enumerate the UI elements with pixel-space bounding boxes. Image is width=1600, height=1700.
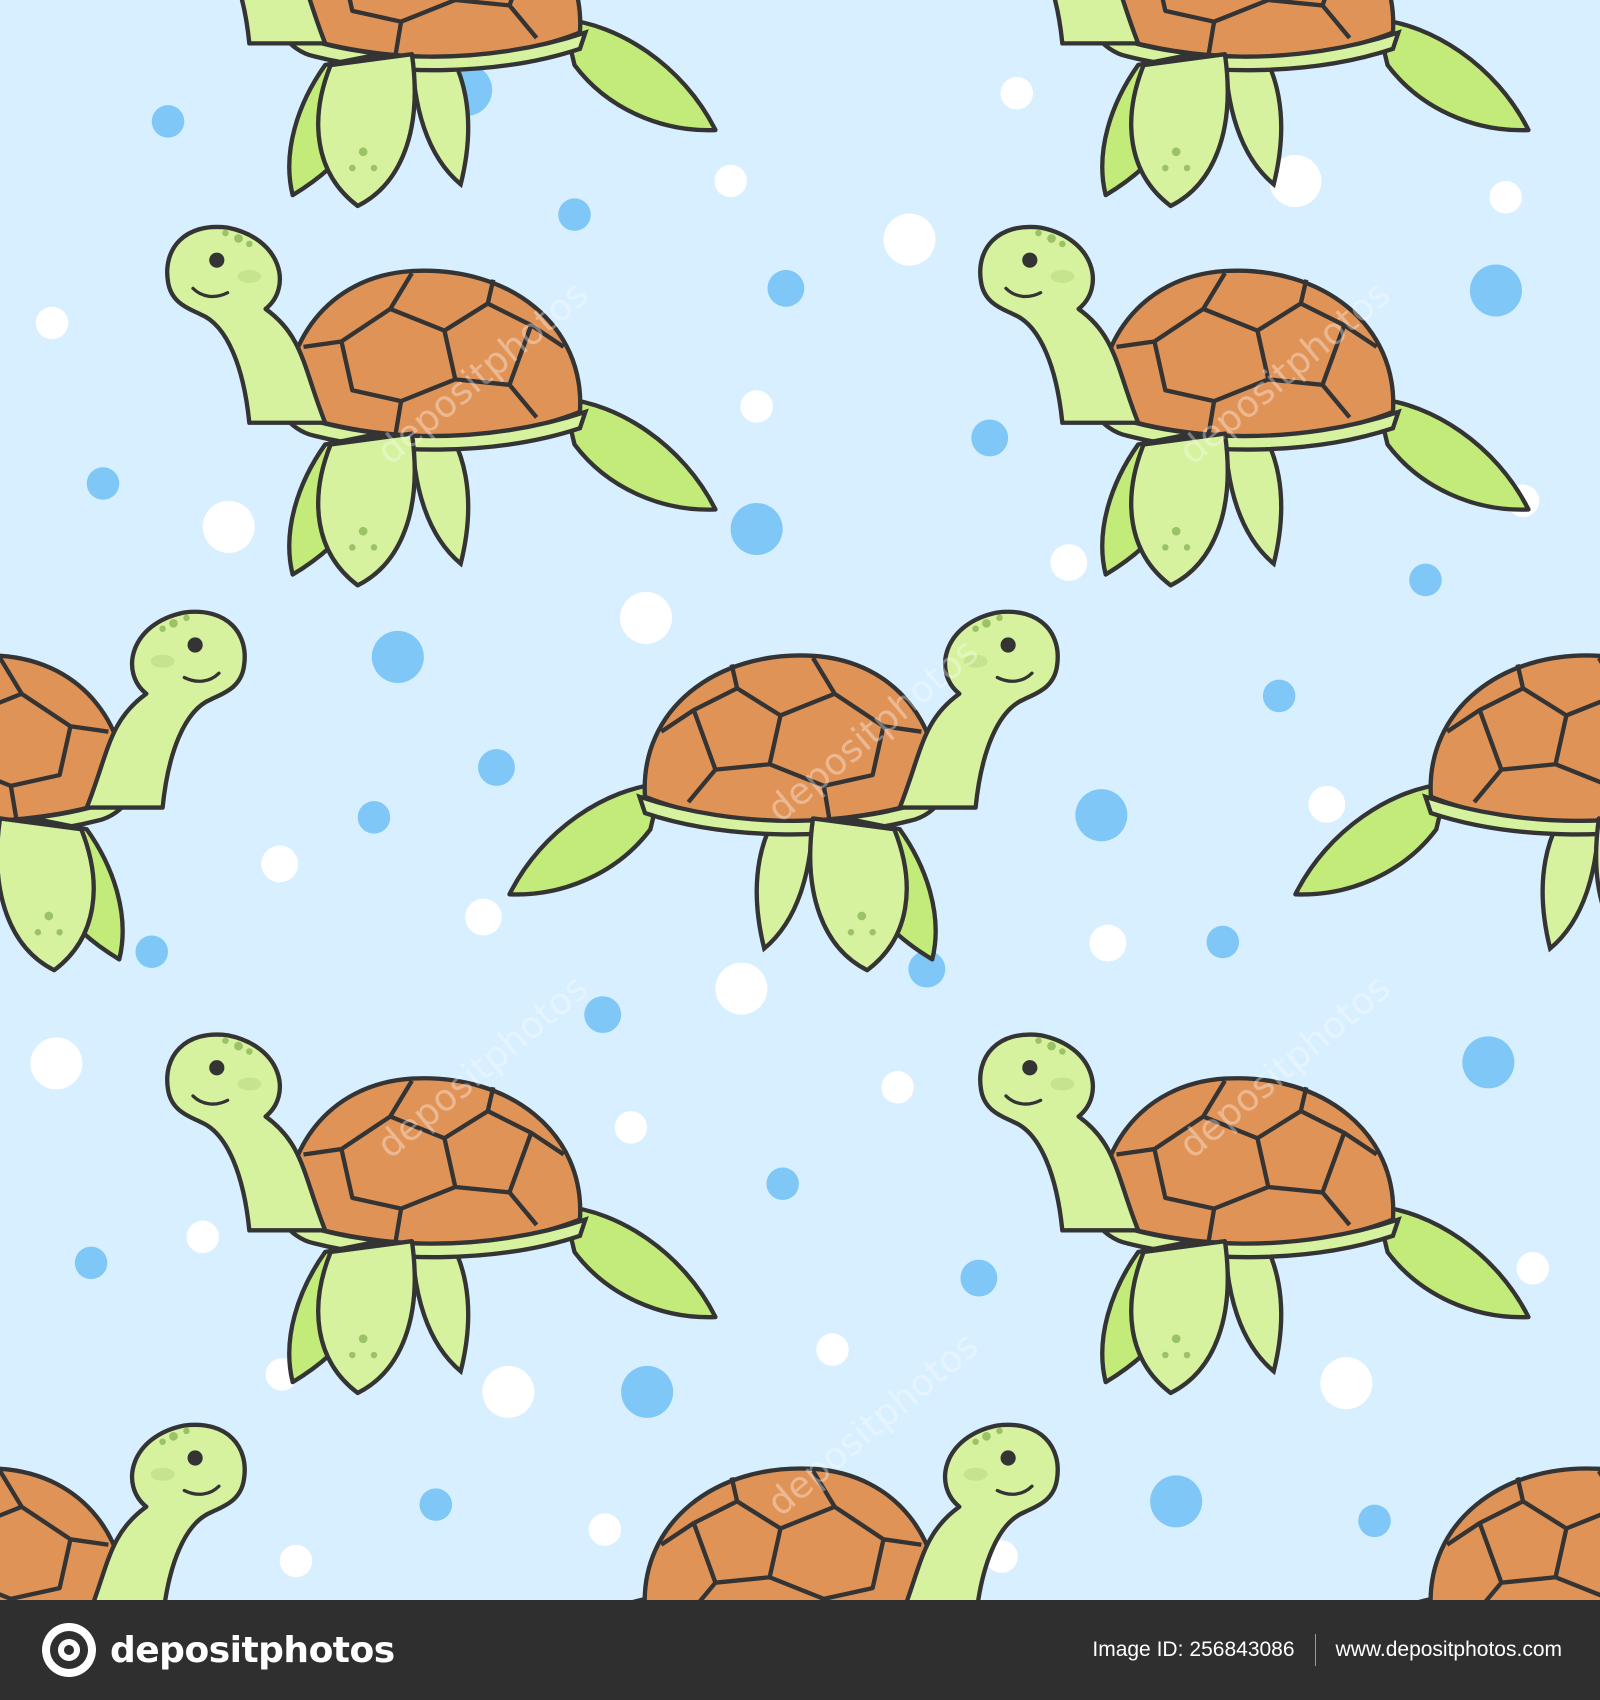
divider xyxy=(1314,1634,1316,1666)
stock-image-stage: depositphotos depositphotos depositphoto… xyxy=(0,0,1600,1700)
image-id-value: 256843086 xyxy=(1189,1638,1295,1661)
depositphotos-logo-icon xyxy=(42,1623,96,1677)
brand[interactable]: depositphotos xyxy=(40,1621,395,1679)
image-id-label: Image ID: xyxy=(1092,1638,1184,1661)
turtle-pattern-image: depositphotos depositphotos depositphoto… xyxy=(0,0,1600,1600)
site-link[interactable]: www.depositphotos.com xyxy=(1336,1638,1562,1662)
brand-name: depositphotos xyxy=(110,1629,395,1671)
image-meta: Image ID: 256843086 www.depositphotos.co… xyxy=(1092,1634,1562,1666)
stock-footer-bar: depositphotos Image ID: 256843086 www.de… xyxy=(0,1600,1600,1700)
